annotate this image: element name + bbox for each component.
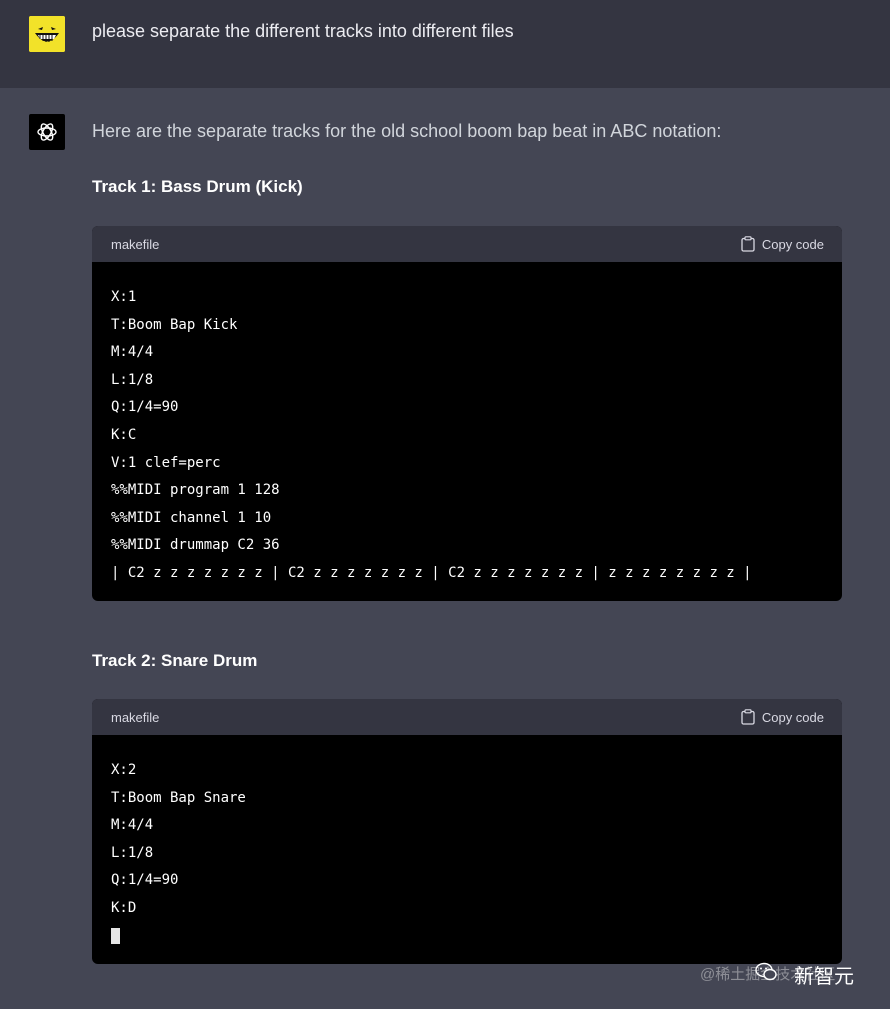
watermark-main-text: 新智元 [794, 964, 854, 988]
copy-code-button[interactable]: Copy code [741, 709, 824, 725]
code-language-label: makefile [111, 709, 160, 725]
code-line: %%MIDI program 1 128 [111, 482, 280, 499]
code-line: Q:1/4=90 [111, 399, 179, 416]
code-line: %%MIDI drummap C2 36 [111, 537, 280, 554]
grinning-face-icon [29, 16, 65, 52]
code-line: T:Boom Bap Snare [111, 789, 246, 806]
code-line: X:1 [111, 289, 137, 305]
code-block-track-1: makefile Copy code X:1 T:Boom Bap Kick M… [92, 226, 842, 601]
openai-logo-icon [37, 123, 57, 141]
assistant-intro-text: Here are the separate tracks for the old… [92, 121, 722, 141]
code-line: K:D [111, 899, 137, 916]
code-line: L:1/8 [111, 844, 154, 861]
track-2-heading: Track 2: Snare Drum [92, 651, 258, 670]
code-language-label: makefile [111, 236, 160, 252]
code-header: makefile Copy code [92, 226, 842, 262]
assistant-avatar [29, 114, 65, 150]
copy-code-button[interactable]: Copy code [741, 236, 824, 252]
code-line: %%MIDI channel 1 10 [111, 509, 272, 526]
code-line: X:2 [111, 762, 137, 778]
code-content: X:2 T:Boom Bap Snare M:4/4 L:1/8 Q:1/4=9… [92, 735, 842, 950]
code-line: M:4/4 [111, 817, 154, 834]
code-line: M:4/4 [111, 344, 154, 361]
code-line: L:1/8 [111, 371, 154, 388]
copy-code-label: Copy code [761, 236, 824, 252]
typing-cursor-line [111, 923, 823, 951]
wechat-icon [755, 962, 777, 981]
user-avatar [29, 16, 65, 52]
watermark: @稀土掘金技术社区 新智元 [700, 958, 890, 988]
typing-cursor [111, 927, 120, 944]
code-content: X:1 T:Boom Bap Kick M:4/4 L:1/8 Q:1/4=90… [92, 262, 842, 588]
code-header: makefile Copy code [92, 699, 842, 735]
clipboard-icon [741, 709, 755, 725]
code-line: K:C [111, 426, 137, 443]
track-1-heading: Track 1: Bass Drum (Kick) [92, 177, 303, 196]
copy-code-label: Copy code [761, 709, 824, 725]
code-line: Q:1/4=90 [111, 872, 179, 889]
code-block-track-2: makefile Copy code X:2 T:Boom Bap Snare … [92, 699, 842, 964]
code-line: T:Boom Bap Kick [111, 316, 238, 333]
user-message-row: please separate the different tracks int… [0, 0, 890, 88]
user-message-text: please separate the different tracks int… [92, 21, 514, 41]
code-line: | C2 z z z z z z z | C2 z z z z z z z | … [111, 564, 752, 581]
clipboard-icon [741, 236, 755, 252]
assistant-message-row: Here are the separate tracks for the old… [0, 88, 890, 1009]
code-line: V:1 clef=perc [111, 454, 221, 471]
